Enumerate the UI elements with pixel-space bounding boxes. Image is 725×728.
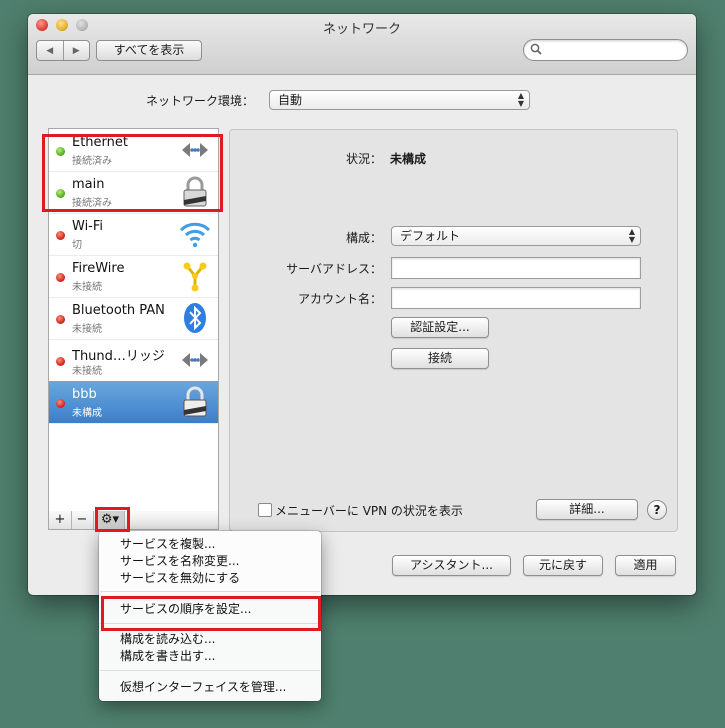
forward-button[interactable]: ▶ [64,41,90,60]
configuration-value: デフォルト [400,229,461,243]
status-dot-icon [56,273,65,282]
menu-item-import-configurations[interactable]: 構成を読み込む... [120,630,215,647]
revert-button[interactable]: 元に戻す [523,555,603,576]
status-dot-icon [56,315,65,324]
menu-item-duplicate-service[interactable]: サービスを複製... [120,535,215,552]
advanced-button[interactable]: 詳細... [536,499,638,520]
status-dot-icon [56,357,65,366]
title-bar: ネットワーク ◀ ▶ すべてを表示 [28,14,696,75]
service-item-firewire[interactable]: FireWire 未接続 [49,255,218,298]
back-forward-control: ◀ ▶ [36,40,90,61]
location-value: 自動 [278,93,303,107]
window-title: ネットワーク [322,22,401,37]
authentication-settings-button[interactable]: 認証設定... [391,317,489,338]
service-name: Wi-Fi [72,219,104,234]
account-name-field[interactable] [391,287,641,309]
show-vpn-status-checkbox[interactable] [258,503,272,517]
status-value: 未構成 [390,152,427,166]
apply-button[interactable]: 適用 [615,555,676,576]
wifi-icon [179,222,211,248]
menu-item-rename-service[interactable]: サービスを名称変更... [120,552,239,569]
highlight-box-connected-services [42,134,223,212]
service-detail-pane: 状況： 未構成 構成： デフォルト ▲ ▼ サーバアドレス： アカウント名： 認証… [229,129,678,532]
service-item-thunderbolt-bridge[interactable]: Thund…リッジ 未接続 [49,339,218,382]
service-item-bbb[interactable]: bbb 未構成 [49,381,218,424]
highlight-box-gear-button [95,507,130,532]
search-input[interactable] [523,39,688,61]
connect-button[interactable]: 接続 [391,348,489,369]
bluetooth-icon [184,303,206,333]
show-vpn-status-label: メニューバーに VPN の状況を表示 [275,504,463,518]
status-dot-icon [56,231,65,240]
menu-item-export-configurations[interactable]: 構成を書き出す... [120,647,215,664]
back-button[interactable]: ◀ [37,41,64,60]
firewire-icon [183,262,207,292]
thunderbolt-bridge-icon [182,353,208,367]
configuration-popup[interactable]: デフォルト ▲ ▼ [391,226,641,246]
service-status: 切 [72,240,82,251]
service-status: 未接続 [72,366,102,377]
highlight-box-set-service-order [101,596,321,631]
server-address-field[interactable] [391,257,641,279]
popup-arrows-icon: ▲ ▼ [628,227,635,244]
menu-separator [100,591,320,592]
service-item-wifi[interactable]: Wi-Fi 切 [49,213,218,256]
service-name: Bluetooth PAN [72,303,165,318]
menu-item-disable-service[interactable]: サービスを無効にする [120,569,240,586]
service-status: 未接続 [72,324,102,335]
assistant-button[interactable]: アシスタント... [392,555,511,576]
help-button[interactable]: ? [647,500,667,520]
add-service-button[interactable]: + [49,511,72,529]
location-popup[interactable]: 自動 ▲ ▼ [269,90,530,110]
service-status: 未接続 [72,282,102,293]
search-icon [530,43,542,55]
service-name: FireWire [72,261,125,276]
service-list-toolbar: + − ⚙▾ [48,511,219,530]
vpn-lock-icon [183,386,207,417]
service-status: 未構成 [72,408,102,419]
menu-separator [100,670,320,671]
location-label: ネットワーク環境： [146,94,255,108]
status-dot-icon [56,399,65,408]
remove-service-button[interactable]: − [71,511,94,529]
show-all-button[interactable]: すべてを表示 [96,40,202,61]
status-label: 状況： [345,152,382,166]
account-name-label: アカウント名： [297,292,382,306]
menu-item-manage-virtual-interfaces[interactable]: 仮想インターフェイスを管理... [120,678,286,695]
service-name: bbb [72,387,97,402]
configuration-label: 構成： [345,231,382,245]
popup-arrows-icon: ▲ ▼ [517,91,524,108]
service-item-bluetooth-pan[interactable]: Bluetooth PAN 未接続 [49,297,218,340]
server-address-label: サーバアドレス： [286,262,382,276]
